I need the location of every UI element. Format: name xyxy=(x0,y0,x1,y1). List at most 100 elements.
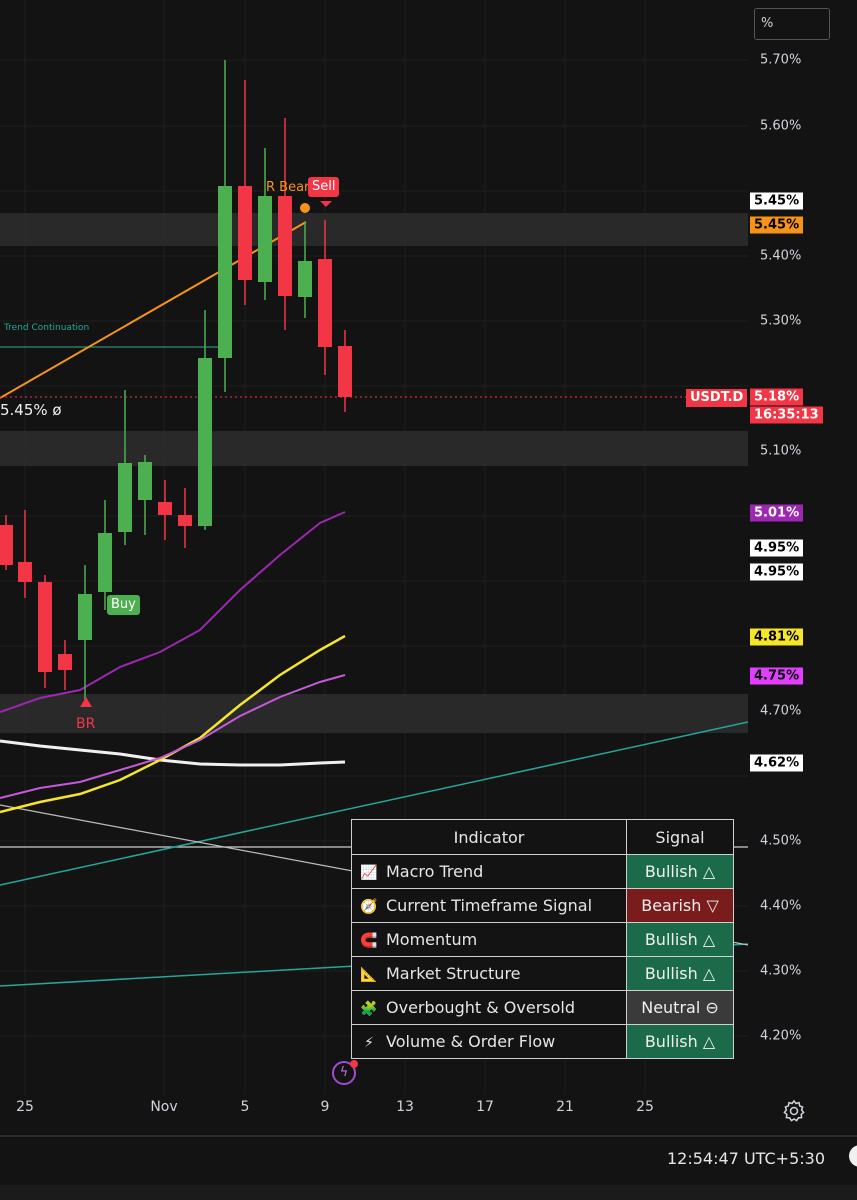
signal-header: Signal xyxy=(626,819,734,855)
bearish-candle xyxy=(58,654,72,670)
bullish-candle xyxy=(218,186,232,358)
indicator-row: 🧭 Current Timeframe Signal Bearish ▽ xyxy=(351,888,734,923)
percent-scale-button[interactable]: % xyxy=(754,8,830,40)
indicator-name: Market Structure xyxy=(386,964,521,983)
indicator-name-cell: ⚡ Volume & Order Flow xyxy=(351,1024,627,1059)
triangle-ruler-icon: 📐 xyxy=(360,967,378,983)
indicator-name: Current Timeframe Signal xyxy=(386,896,593,915)
chart-increasing-icon: 📈 xyxy=(360,865,378,881)
indicator-name: Overbought & Oversold xyxy=(386,998,575,1017)
magenta-moving-average xyxy=(0,674,346,799)
sell-badge: Sell xyxy=(308,177,340,197)
price-level-label: 4.75% xyxy=(750,667,804,685)
bullish-candle xyxy=(198,358,212,526)
gear-icon[interactable] xyxy=(782,1099,806,1123)
price-level-label: 4.95% xyxy=(750,563,804,581)
time-tick: 13 xyxy=(396,1099,414,1115)
price-tick: 4.70% xyxy=(760,703,802,719)
countdown-label: 16:35:13 xyxy=(750,406,823,424)
symbol-label: USDT.D xyxy=(686,389,748,407)
indicator-name-cell: 📐 Market Structure xyxy=(351,956,627,991)
bullish-candle xyxy=(138,462,152,500)
bearish-candle xyxy=(38,582,52,672)
bearish-candle xyxy=(238,186,252,280)
clock[interactable]: 12:54:47 UTC+5:30 xyxy=(667,1149,825,1168)
puzzle-icon: 🧩 xyxy=(360,1001,378,1017)
mid-zone xyxy=(0,431,748,466)
indicator-header: Indicator xyxy=(351,819,627,855)
indicator-name-cell: 📈 Macro Trend xyxy=(351,854,627,889)
price-tick: 5.30% xyxy=(760,313,802,329)
indicator-row: 🧲 Momentum Bullish △ xyxy=(351,922,734,957)
time-tick: 25 xyxy=(16,1099,34,1115)
support-zone xyxy=(0,694,748,733)
price-level-label: 4.62% xyxy=(750,754,804,772)
time-axis[interactable]: 25 Nov 5 9 13 17 21 25 xyxy=(0,1095,748,1127)
lightning-icon: ⚡ xyxy=(364,1035,374,1051)
time-tick: Nov xyxy=(150,1099,178,1115)
price-tick: 5.60% xyxy=(760,118,802,134)
signal-cell: Bullish △ xyxy=(626,1024,734,1059)
edge-button[interactable] xyxy=(849,1145,857,1167)
price-tick: 4.30% xyxy=(760,963,802,979)
level-label: 5.45% ø xyxy=(0,401,62,419)
bullish-candle xyxy=(98,533,112,592)
bullish-candle xyxy=(118,463,132,532)
sell-pointer xyxy=(320,201,332,207)
chart-pane[interactable]: Trend Continuation 5.45% ø R Bear T Sell… xyxy=(0,0,748,1095)
bearish-candle xyxy=(18,562,32,582)
price-level-label: 5.45% xyxy=(750,192,804,210)
indicator-row: 🧩 Overbought & Oversold Neutral ⊖ xyxy=(351,990,734,1025)
status-bar: 12:54:47 UTC+5:30 xyxy=(0,1135,857,1187)
indicator-name-cell: 🧲 Momentum xyxy=(351,922,627,957)
signal-cell: Bullish △ xyxy=(626,854,734,889)
price-level-label: 5.01% xyxy=(750,504,804,522)
signal-dot xyxy=(300,203,310,213)
br-label: BR xyxy=(76,716,96,732)
signal-cell: Bullish △ xyxy=(626,956,734,991)
indicator-name: Volume & Order Flow xyxy=(386,1032,556,1051)
trend-continuation-label: Trend Continuation xyxy=(4,323,90,333)
time-tick: 9 xyxy=(320,1099,330,1115)
bearish-candle xyxy=(0,525,13,565)
bearish-candle xyxy=(318,259,332,347)
r-bear-label: R Bear xyxy=(266,180,310,195)
price-level-label: 4.81% xyxy=(750,628,804,646)
bearish-candle xyxy=(178,515,192,526)
buy-badge: Buy xyxy=(107,595,140,615)
indicator-row: ⚡ Volume & Order Flow Bullish △ xyxy=(351,1024,734,1059)
signal-cell: Bullish △ xyxy=(626,922,734,957)
bearish-candle xyxy=(338,346,352,397)
price-tick: 5.10% xyxy=(760,443,802,459)
time-tick: 5 xyxy=(240,1099,250,1115)
bullish-candle xyxy=(298,261,312,297)
time-tick: 17 xyxy=(476,1099,494,1115)
indicator-name: Macro Trend xyxy=(386,862,484,881)
time-tick: 21 xyxy=(556,1099,574,1115)
signal-cell: Bearish ▽ xyxy=(626,888,734,923)
compass-icon: 🧭 xyxy=(360,899,378,915)
indicator-name-cell: 🧩 Overbought & Oversold xyxy=(351,990,627,1025)
resistance-zone xyxy=(0,213,748,246)
bearish-candle xyxy=(158,502,172,515)
price-tick: 5.40% xyxy=(760,248,802,264)
price-tick: 4.40% xyxy=(760,898,802,914)
price-level-label: 5.45% xyxy=(750,216,804,234)
time-tick: 25 xyxy=(636,1099,654,1115)
indicator-name-cell: 🧭 Current Timeframe Signal xyxy=(351,888,627,923)
bottom-strip xyxy=(0,1185,857,1200)
price-axis[interactable]: % 5.70% 5.60% 5.40% 5.30% 5.10% 4.70% 4.50% 4.4… xyxy=(748,0,857,1095)
signal-cell: Neutral ⊖ xyxy=(626,990,734,1025)
price-tick: 5.70% xyxy=(760,52,802,68)
bearish-candle xyxy=(278,196,292,296)
magnet-icon: 🧲 xyxy=(360,933,378,949)
price-level-label: 4.95% xyxy=(750,539,804,557)
indicator-row: 📈 Macro Trend Bullish △ xyxy=(351,854,734,889)
bullish-candle xyxy=(78,594,92,640)
price-tick: 4.20% xyxy=(760,1028,802,1044)
indicator-name: Momentum xyxy=(386,930,478,949)
indicator-row: 📐 Market Structure Bullish △ xyxy=(351,956,734,991)
bullish-candle xyxy=(258,196,272,282)
notification-dot xyxy=(350,1060,358,1068)
price-tick: 4.50% xyxy=(760,833,802,849)
